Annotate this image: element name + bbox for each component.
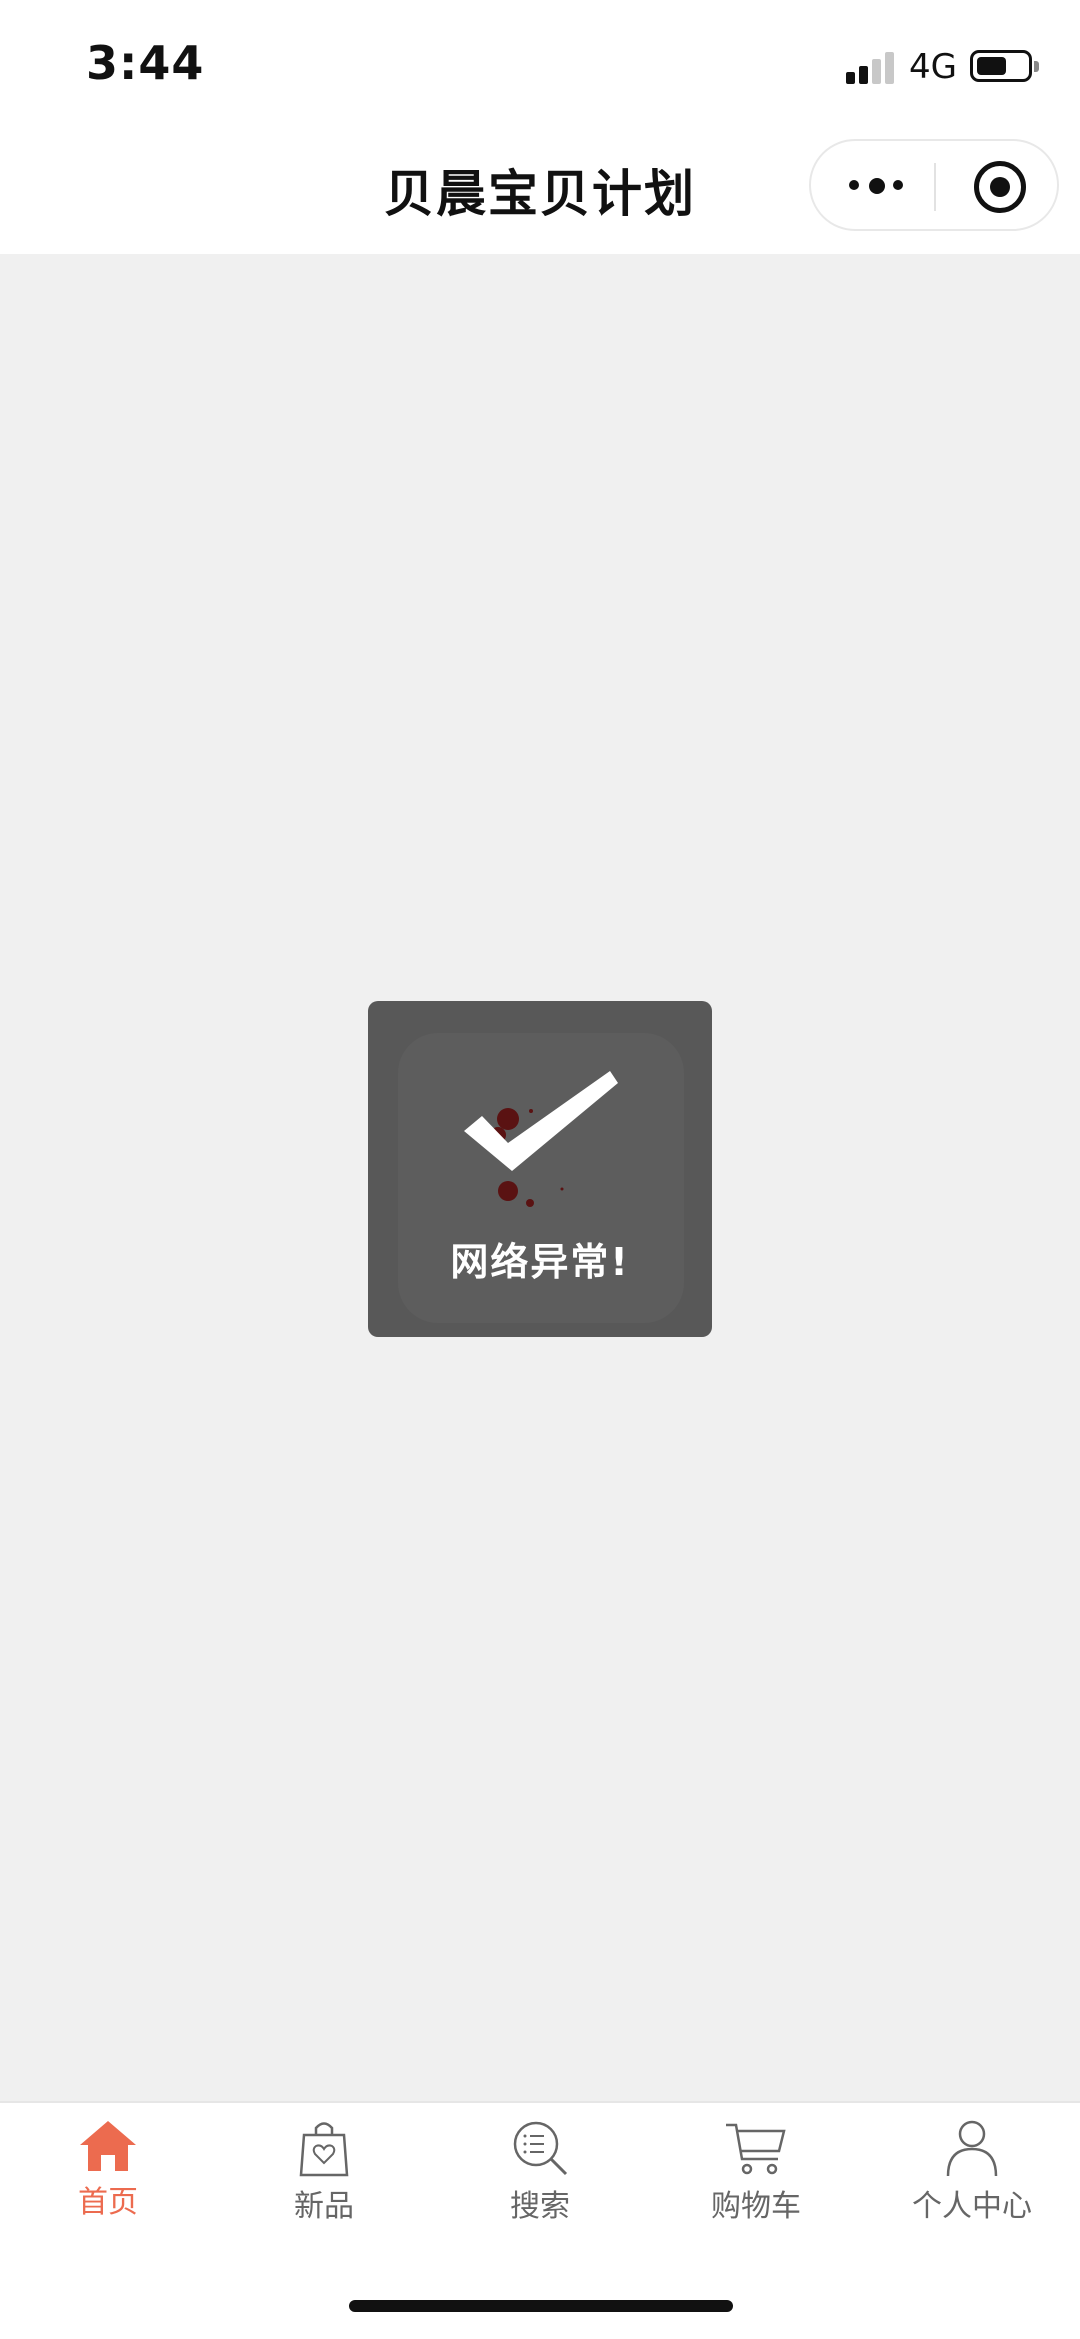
- more-dots-icon[interactable]: [849, 178, 905, 194]
- tab-search[interactable]: 搜索: [432, 2119, 648, 2239]
- shopping-bag-heart-icon: [299, 2122, 349, 2177]
- mini-program-capsule: [809, 139, 1059, 231]
- battery-icon: [970, 50, 1039, 82]
- signal-strength-icon: [846, 52, 896, 84]
- tab-label: 个人中心: [912, 2189, 1032, 2224]
- tab-profile[interactable]: 个人中心: [864, 2119, 1080, 2239]
- user-icon: [946, 2120, 998, 2177]
- nav-bar: 贝晨宝贝计划: [0, 130, 1080, 254]
- capsule-divider: [934, 163, 936, 211]
- search-list-icon: [513, 2121, 568, 2176]
- tab-label: 新品: [294, 2189, 354, 2224]
- tab-home[interactable]: 首页: [0, 2119, 216, 2239]
- tab-cart[interactable]: 购物车: [648, 2119, 864, 2239]
- status-bar: 3:44 4G: [0, 0, 1080, 130]
- tab-new[interactable]: 新品: [216, 2119, 432, 2239]
- cart-icon: [726, 2123, 786, 2175]
- home-icon: [80, 2121, 136, 2171]
- tab-label: 首页: [78, 2185, 138, 2220]
- network-type: 4G: [909, 47, 957, 87]
- target-circle-icon[interactable]: [974, 161, 1026, 213]
- toast-message: 网络异常!: [450, 1240, 630, 1284]
- home-indicator: [349, 2300, 733, 2312]
- tab-label: 搜索: [510, 2189, 570, 2224]
- tab-label: 购物车: [711, 2189, 801, 2224]
- checkmark-icon: [464, 1071, 618, 1207]
- toast: 网络异常!: [368, 1001, 712, 1337]
- status-time: 3:44: [86, 36, 205, 90]
